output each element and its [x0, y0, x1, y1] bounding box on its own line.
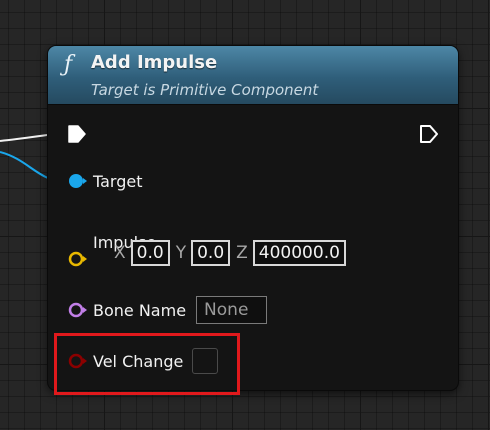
node-header[interactable]: ƒ Add Impulse Target is Primitive Compon… — [48, 46, 458, 105]
target-label: Target — [93, 171, 143, 191]
target-pin-row[interactable]: Target — [66, 170, 143, 192]
node-title: Add Impulse — [91, 52, 218, 73]
impulse-z-input[interactable]: 400000.0 — [252, 240, 346, 266]
bone-name-pin-row[interactable]: Bone Name None — [66, 296, 268, 324]
object-pin-icon[interactable] — [66, 170, 88, 192]
impulse-y-input[interactable]: 0.0 — [191, 240, 231, 266]
name-pin-icon[interactable] — [66, 299, 88, 321]
y-axis-label: Y — [175, 243, 187, 263]
highlight-box — [54, 333, 240, 395]
x-axis-label: X — [114, 243, 126, 263]
node-subtitle: Target is Primitive Component — [91, 81, 319, 99]
bone-name-label: Bone Name — [93, 300, 187, 320]
impulse-vector-fields: X 0.0 Y 0.0 Z 400000.0 — [114, 240, 346, 266]
bone-name-input[interactable]: None — [196, 296, 268, 324]
impulse-x-input[interactable]: 0.0 — [130, 240, 170, 266]
function-icon: ƒ — [64, 52, 73, 77]
exec-out-icon[interactable] — [420, 125, 438, 143]
z-axis-label: Z — [236, 243, 248, 263]
exec-in-icon[interactable] — [68, 125, 86, 143]
